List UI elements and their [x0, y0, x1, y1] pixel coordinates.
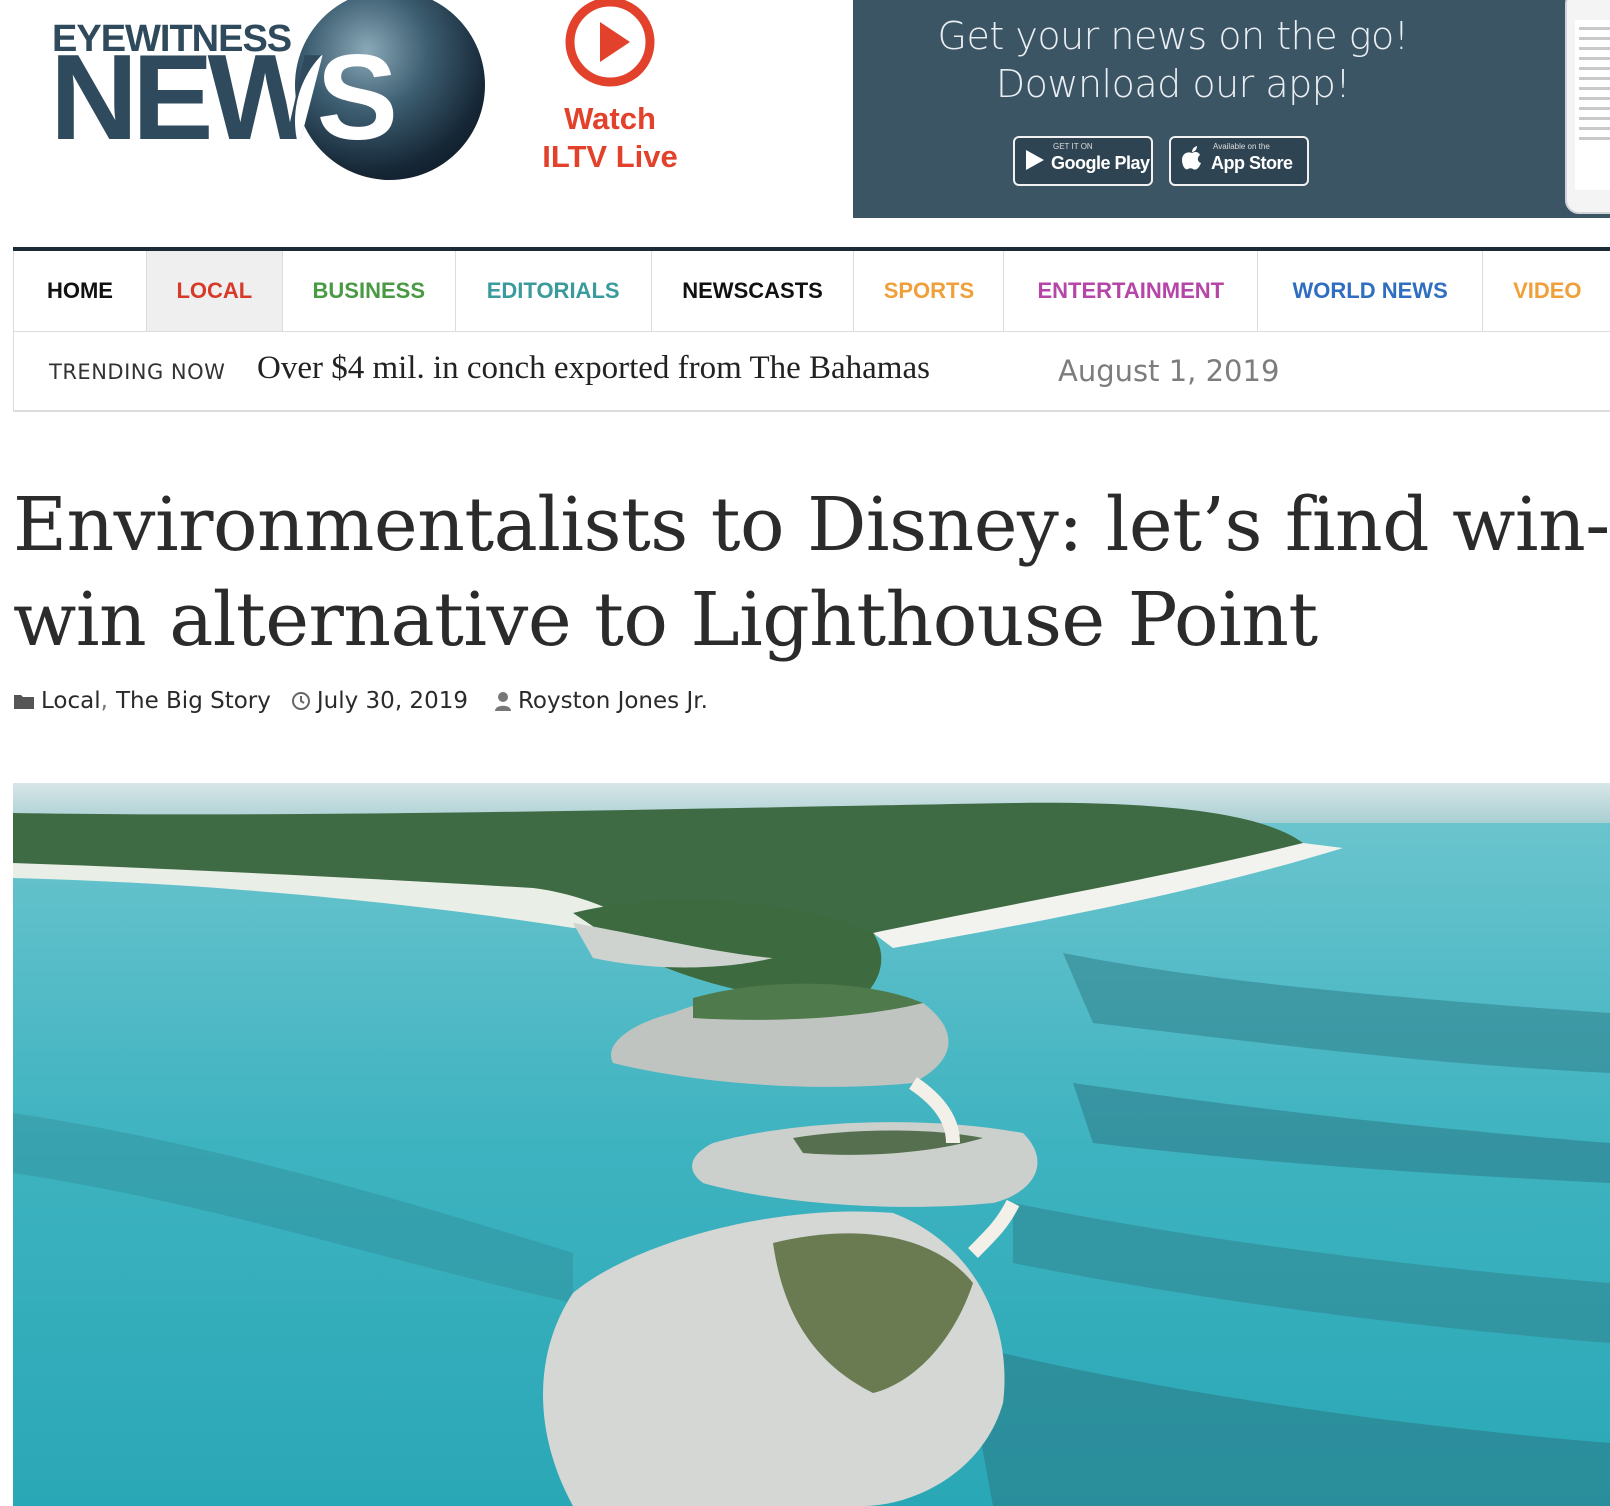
nav-item-local[interactable]: LOCAL [146, 251, 283, 331]
apple-icon [1182, 146, 1201, 170]
article-title: Environmentalists to Disney: let’s find … [13, 482, 1610, 663]
banner-line-1: Get your news on the go! [937, 14, 1409, 58]
trending-bar: TRENDING NOW Over $4 mil. in conch expor… [13, 332, 1610, 412]
trending-headline-link[interactable]: Over $4 mil. in conch exported from The … [257, 350, 930, 387]
nav-item-sports[interactable]: SPORTS [854, 251, 1005, 331]
category-link-local[interactable]: Local [41, 688, 101, 714]
nav-item-home[interactable]: HOME [14, 251, 147, 331]
trending-label: TRENDING NOW [49, 360, 226, 384]
nav-item-business[interactable]: BUSINESS [283, 251, 456, 331]
trending-date: August 1, 2019 [1058, 354, 1280, 388]
folder-icon [14, 695, 34, 709]
article-date: July 30, 2019 [316, 688, 468, 714]
site-logo[interactable]: EYEWITNESS NEWS NEWS [50, 0, 490, 185]
google-play-icon [1026, 150, 1044, 170]
nav-item-video[interactable]: VIDEO [1483, 251, 1610, 331]
nav-item-world-news[interactable]: WORLD NEWS [1258, 251, 1484, 331]
article-author-link[interactable]: Royston Jones Jr. [518, 688, 708, 714]
nav-item-newscasts[interactable]: NEWSCASTS [652, 251, 855, 331]
google-play-small-text: GET IT ON [1053, 142, 1093, 151]
app-download-banner[interactable]: Get your news on the go! Download our ap… [853, 0, 1610, 218]
category-separator: , [100, 688, 108, 714]
article-meta: Local , The Big Story July 30, 2019 Roys… [13, 688, 708, 714]
watch-live-label: Watch ILTV Live [542, 101, 678, 174]
play-icon [565, 0, 655, 87]
phone-mockup [1565, 0, 1610, 214]
aerial-coastline-image [13, 783, 1610, 1506]
nav-item-editorials[interactable]: EDITORIALS [456, 251, 652, 331]
nav-item-entertainment[interactable]: ENTERTAINMENT [1004, 251, 1259, 331]
app-store-name: App Store [1211, 153, 1293, 173]
app-store-small-text: Available on the [1213, 142, 1270, 151]
watch-live-link[interactable]: Watch ILTV Live [535, 0, 685, 176]
app-store-button[interactable]: Available on the App Store [1169, 136, 1309, 186]
article-hero-image [13, 783, 1610, 1506]
google-play-name: Google Play [1051, 153, 1150, 173]
google-play-button[interactable]: GET IT ON Google Play [1013, 136, 1153, 186]
banner-line-2: Download our app! [995, 62, 1351, 106]
main-nav: HOME LOCAL BUSINESS EDITORIALS NEWSCASTS SPOR… [13, 251, 1610, 332]
category-link-big-story[interactable]: The Big Story [116, 688, 271, 714]
user-icon [494, 692, 511, 711]
clock-icon [291, 692, 310, 710]
